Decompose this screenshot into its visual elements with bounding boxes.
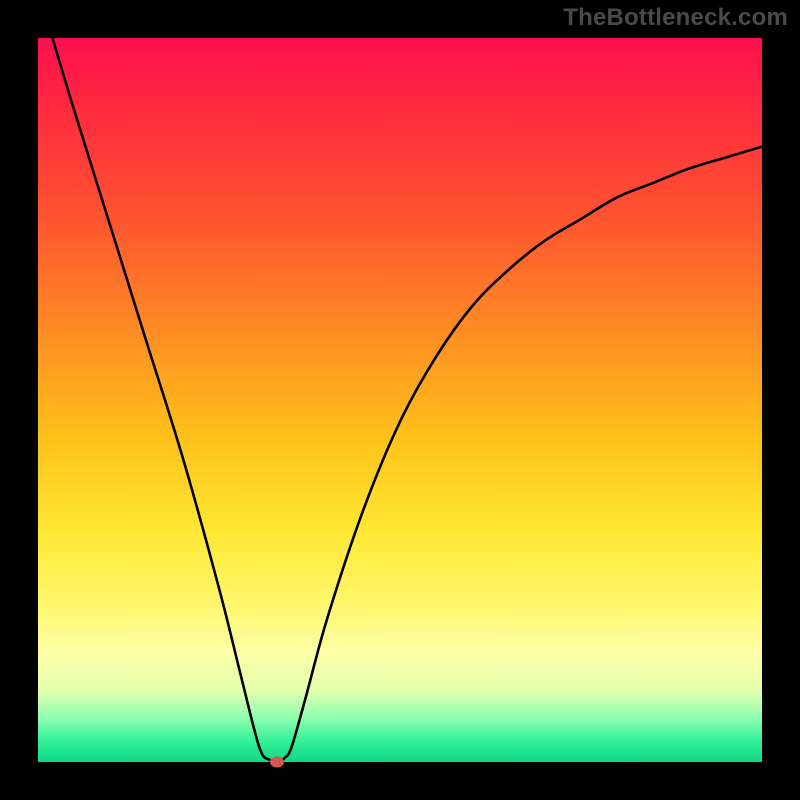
chart-frame: TheBottleneck.com [0,0,800,800]
curve-right-branch [281,147,762,762]
attribution-watermark: TheBottleneck.com [563,4,788,32]
curve-left-branch [52,38,273,762]
minimum-marker-dot [270,757,284,768]
plot-area [38,38,762,762]
bottleneck-curve [38,38,762,762]
